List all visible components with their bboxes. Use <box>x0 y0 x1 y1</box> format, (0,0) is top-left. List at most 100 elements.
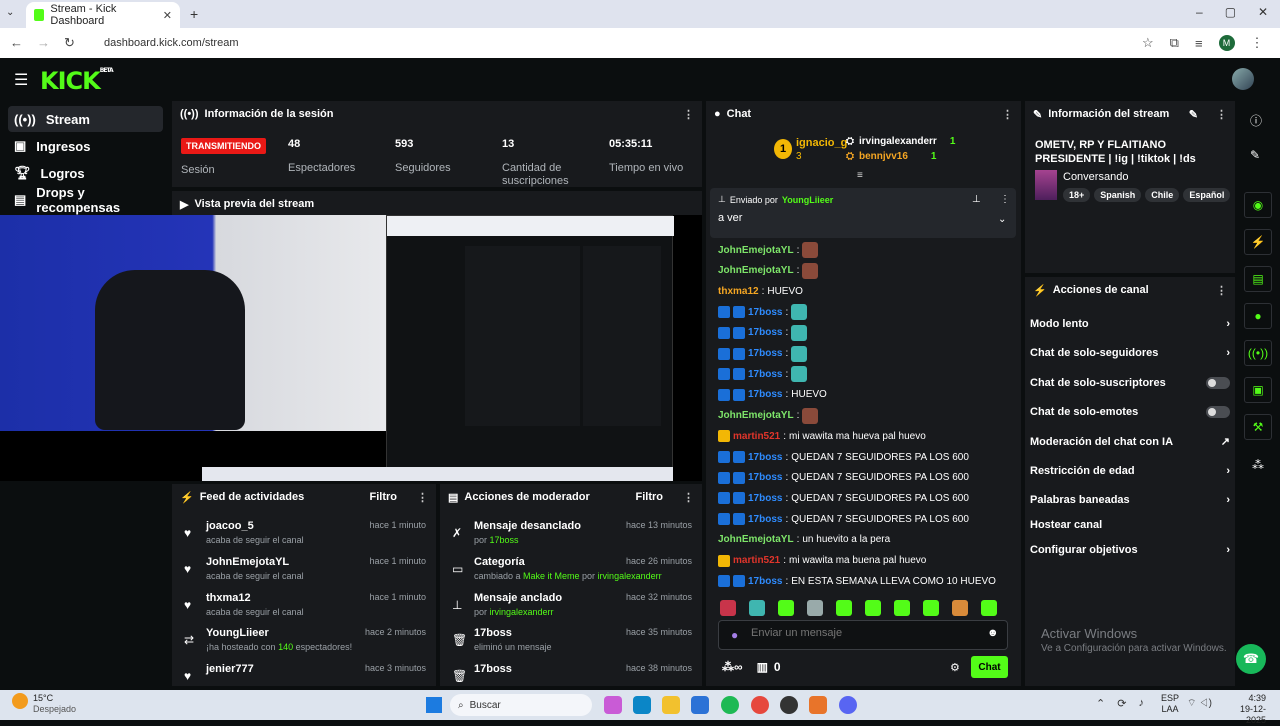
action-host-channel[interactable]: Hostear canal <box>1030 519 1230 531</box>
pin-icon[interactable]: ⊥ <box>972 194 981 205</box>
edit-icon[interactable]: ✎ <box>1189 108 1198 121</box>
chat-username[interactable]: JohnEmejotaYL <box>718 534 794 545</box>
minimize-icon[interactable]: – <box>1196 5 1203 19</box>
document-icon[interactable]: ▤ <box>1244 266 1272 292</box>
clock[interactable]: 4:39 19-12-2025 <box>1222 693 1266 726</box>
chat-username[interactable]: martin521 <box>733 431 780 442</box>
chat-settings-icon[interactable]: ⚙ <box>950 661 960 674</box>
chat-username[interactable]: 17boss <box>748 369 782 380</box>
bookmark-star-icon[interactable]: ☆ <box>1142 35 1154 51</box>
action-emotes-only[interactable]: Chat de solo-emotes <box>1030 406 1230 418</box>
discord-icon[interactable] <box>839 696 857 714</box>
tab-list-icon[interactable]: ⌄ <box>6 7 14 18</box>
store-icon[interactable]: ▥ <box>757 660 768 674</box>
action-goals[interactable]: Configurar objetivos › <box>1030 544 1230 556</box>
back-icon[interactable]: ← <box>10 35 23 51</box>
action-slow-mode[interactable]: Modo lento › <box>1030 318 1230 330</box>
sidebar-item-stream[interactable]: ((•)) Stream <box>8 106 163 132</box>
new-tab-icon[interactable]: + <box>190 6 198 22</box>
channel-points-icon[interactable]: ⁂∞ <box>722 660 743 674</box>
broadcast-icon[interactable]: ((•)) <box>1244 340 1272 366</box>
chat-username[interactable]: martin521 <box>733 555 780 566</box>
forward-icon[interactable]: → <box>37 35 50 51</box>
chat-username[interactable]: 17boss <box>748 452 782 463</box>
emote-icon[interactable] <box>720 600 736 616</box>
chrome-icon[interactable] <box>751 696 769 714</box>
sidebar-item-logros[interactable]: 🏆︎ Logros <box>8 160 163 186</box>
mod-icon[interactable]: ▣ <box>1244 377 1272 403</box>
extensions-icon[interactable]: ⧉ <box>1170 35 1179 51</box>
spotify-icon[interactable] <box>721 696 739 714</box>
lightning-icon[interactable]: ⚡ <box>1244 229 1272 255</box>
chat-username[interactable]: 17boss <box>748 327 782 338</box>
chat-username[interactable]: thxma12 <box>718 286 759 297</box>
top-gifter-2[interactable]: ⛭ irvingalexanderr 1 <box>846 136 955 147</box>
chat-username[interactable]: JohnEmejotaYL <box>718 410 794 421</box>
maximize-icon[interactable]: ▢ <box>1225 5 1236 19</box>
chat-username[interactable]: 17boss <box>748 348 782 359</box>
microphone-icon[interactable]: ● <box>731 628 738 642</box>
camera-icon[interactable]: ◉ <box>1244 192 1272 218</box>
emote-icon[interactable] <box>807 600 823 616</box>
info-icon[interactable]: ⓘ <box>1250 112 1262 129</box>
expand-icon[interactable]: ≡ <box>857 170 863 181</box>
action-followers-only[interactable]: Chat de solo-seguidores › <box>1030 347 1230 359</box>
kick-logo[interactable]: KICKBETA <box>40 67 114 95</box>
mod-filter-button[interactable]: Filtro <box>636 491 664 503</box>
user-avatar[interactable] <box>1232 68 1254 90</box>
top-gifter-3[interactable]: ⛭ bennjvv16 1 <box>846 151 936 162</box>
action-banned-words[interactable]: Palabras baneadas › <box>1030 494 1230 506</box>
more-options-icon[interactable]: ⋮ <box>683 108 694 121</box>
send-chat-button[interactable]: Chat <box>971 656 1008 678</box>
close-window-icon[interactable]: ✕ <box>1258 5 1268 19</box>
chat-icon[interactable]: ● <box>1244 303 1272 329</box>
pencil-icon[interactable]: ✎ <box>1250 148 1260 162</box>
support-icon[interactable]: ☎ <box>1236 644 1266 674</box>
url-field[interactable]: dashboard.kick.com/stream <box>84 33 1164 53</box>
sidebar-item-drops[interactable]: ▤ Drops y recompensas <box>8 185 163 215</box>
weather-widget[interactable]: 15°C Despejado <box>33 693 76 715</box>
chat-username[interactable]: JohnEmejotaYL <box>718 245 794 256</box>
feed-filter-button[interactable]: Filtro <box>370 491 398 503</box>
more-options-icon[interactable]: ⋮ <box>1216 108 1227 121</box>
more-options-icon[interactable]: ⋮ <box>417 491 428 504</box>
close-tab-icon[interactable]: ✕ <box>163 9 172 22</box>
copilot-icon[interactable] <box>604 696 622 714</box>
obs-icon[interactable] <box>780 696 798 714</box>
chat-username[interactable]: JohnEmejotaYL <box>718 265 794 276</box>
emote-icon[interactable] <box>952 600 968 616</box>
more-options-icon[interactable]: ⋮ <box>1002 108 1013 121</box>
profile-avatar[interactable]: M <box>1218 35 1235 51</box>
weather-icon[interactable] <box>12 693 28 709</box>
stream-preview-video[interactable] <box>0 215 702 481</box>
sidebar-item-ingresos[interactable]: ▣ Ingresos <box>8 133 163 159</box>
more-options-icon[interactable]: ⋮ <box>683 491 694 504</box>
language-indicator[interactable]: ESP LAA <box>1161 693 1179 715</box>
toggle-switch[interactable] <box>1206 406 1230 418</box>
more-options-icon[interactable]: ⋮ <box>1216 284 1227 297</box>
windows-start-icon[interactable] <box>426 697 442 713</box>
top-gifter-name[interactable]: ignacio_g <box>796 137 847 149</box>
browser-menu-icon[interactable]: ⋮ <box>1251 35 1264 51</box>
chat-input[interactable] <box>751 627 971 639</box>
chat-username[interactable]: 17boss <box>748 493 782 504</box>
chat-username[interactable]: 17boss <box>748 514 782 525</box>
emoji-icon[interactable]: ☻ <box>987 627 999 639</box>
reload-icon[interactable]: ↻ <box>64 35 75 51</box>
emote-icon[interactable] <box>923 600 939 616</box>
emote-icon[interactable] <box>778 600 794 616</box>
browser-tab[interactable]: Stream - Kick Dashboard ✕ <box>26 2 180 28</box>
action-subscribers-only[interactable]: Chat de solo-suscriptores <box>1030 377 1230 389</box>
hamburger-menu-icon[interactable]: ☰ <box>14 70 28 90</box>
edge-icon[interactable] <box>633 696 651 714</box>
emote-icon[interactable] <box>749 600 765 616</box>
chat-username[interactable]: 17boss <box>748 389 782 400</box>
app-icon[interactable] <box>809 696 827 714</box>
media-icon[interactable]: ≡ <box>1195 36 1203 51</box>
toggle-switch[interactable] <box>1206 377 1230 389</box>
emote-icon[interactable] <box>865 600 881 616</box>
store-icon[interactable] <box>691 696 709 714</box>
chat-username[interactable]: 17boss <box>748 576 782 587</box>
add-widget-icon[interactable]: ⁂ <box>1252 458 1264 472</box>
system-tray[interactable]: ⌃ ⟳ ♪ <box>1096 697 1144 710</box>
